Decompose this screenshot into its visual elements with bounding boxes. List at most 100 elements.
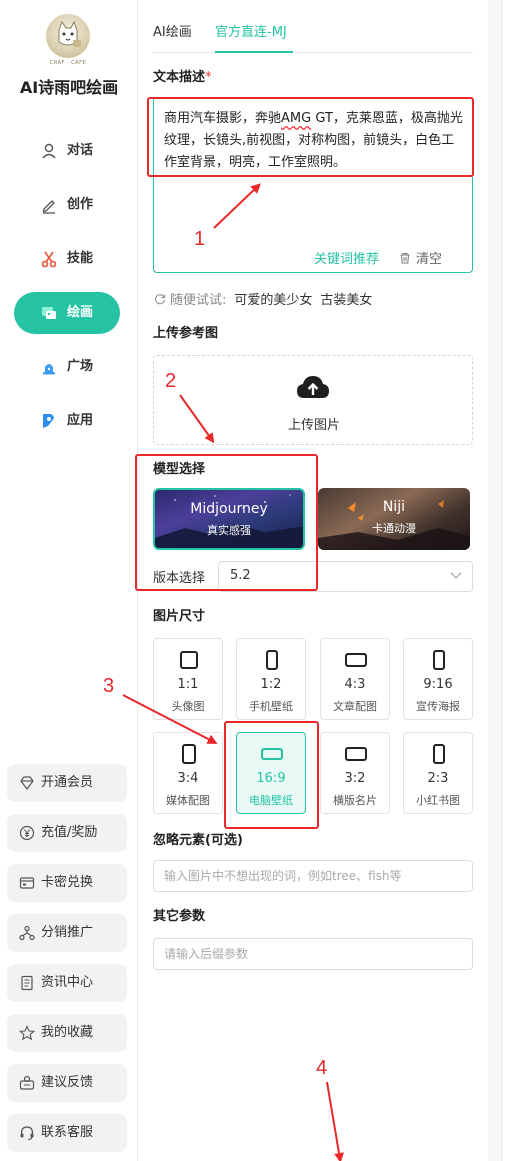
sidebar-button-label: 联系客服	[41, 1125, 94, 1140]
size-option-2-3[interactable]: 2:3 小红书图	[403, 732, 473, 814]
feedback-icon	[19, 1075, 35, 1090]
scissors-icon	[41, 251, 57, 268]
user-icon	[42, 143, 56, 159]
cloud-upload-icon	[297, 376, 329, 398]
ratio-shape-icon	[180, 651, 198, 669]
ratio-shape-icon	[433, 650, 445, 670]
random-chip[interactable]: 可爱的美少女	[234, 293, 312, 308]
page: CRAF · CAFE AI诗雨吧绘画 对话 创作 技能 绘画 广场 应用 开通…	[0, 0, 516, 1161]
negative-label: 忽略元素(可选)	[153, 833, 243, 848]
annotation-number-2: 2	[165, 370, 177, 392]
sidebar-button-recharge[interactable]: 充值/奖励	[7, 814, 127, 852]
size-name: 小红书图	[416, 794, 460, 807]
size-ratio: 3:2	[344, 771, 366, 786]
niji-thumbnail	[318, 500, 470, 550]
sidebar-button-contact[interactable]: 联系客服	[7, 1114, 127, 1152]
ratio-shape-icon	[433, 744, 445, 764]
sidebar-button-label: 开通会员	[41, 775, 94, 790]
app-logo	[46, 14, 90, 58]
other-params-input[interactable]	[153, 938, 473, 970]
other-params-label: 其它参数	[153, 909, 206, 924]
siren-icon	[43, 364, 55, 375]
tab-official-mj[interactable]: 官方直连-MJ	[215, 23, 287, 43]
size-option-1-1[interactable]: 1:1 头像图	[153, 638, 223, 720]
size-ratio: 4:3	[344, 677, 366, 692]
sidebar-button-vip[interactable]: 开通会员	[7, 764, 127, 802]
upload-button-label: 上传图片	[287, 418, 340, 433]
size-option-3-2[interactable]: 3:2 横版名片	[320, 732, 390, 814]
model-option-niji[interactable]: Niji 卡通动漫	[318, 488, 470, 550]
sidebar-button-label: 建议反馈	[41, 1075, 94, 1090]
keyword-recommend-button[interactable]: 关键词推荐	[314, 248, 379, 267]
size-name: 宣传海报	[416, 700, 460, 713]
tab-ai-paint[interactable]: AI绘画	[153, 23, 192, 43]
size-option-3-4[interactable]: 3:4 媒体配图	[153, 732, 223, 814]
sidebar-button-card-redeem[interactable]: 卡密兑换	[7, 864, 127, 902]
sidebar-button-feedback[interactable]: 建议反馈	[7, 1064, 127, 1102]
annotation-box-2	[135, 454, 318, 591]
sidebar-button-label: 分销推广	[41, 925, 94, 940]
sidebar-button-favorites[interactable]: 我的收藏	[7, 1014, 127, 1052]
trash-icon	[400, 253, 410, 264]
size-name: 媒体配图	[166, 794, 210, 807]
random-try-label: 随便试试:	[170, 293, 227, 308]
nav-item-label: 对话	[67, 143, 94, 158]
diamond-icon	[20, 776, 34, 790]
app-title: AI诗雨吧绘画	[19, 78, 119, 97]
size-option-4-3[interactable]: 4:3 文章配图	[320, 638, 390, 720]
size-name: 头像图	[171, 700, 205, 713]
negative-input[interactable]	[153, 860, 473, 892]
ratio-shape-icon	[345, 747, 367, 761]
size-option-9-16[interactable]: 9:16 宣传海报	[403, 638, 473, 720]
nav-item-paint[interactable]: 绘画	[14, 292, 120, 334]
sidebar-button-label: 充值/奖励	[41, 825, 98, 840]
nav-item-create[interactable]: 创作	[14, 184, 120, 226]
clear-button[interactable]: 清空	[399, 248, 442, 267]
nav-item-label: 应用	[67, 413, 94, 428]
chevron-down-icon	[450, 572, 462, 579]
logo-caption: CRAF · CAFE	[49, 60, 87, 66]
upload-dropzone[interactable]: 上传图片	[153, 355, 473, 445]
yen-icon	[19, 825, 35, 841]
nav-item-label: 创作	[67, 197, 94, 212]
required-mark: *	[205, 70, 212, 85]
prompt-label: 文本描述*	[153, 69, 212, 87]
annotation-box-1	[147, 97, 474, 177]
size-name: 手机壁纸	[249, 700, 293, 713]
size-label: 图片尺寸	[153, 609, 206, 624]
refresh-icon[interactable]	[154, 293, 166, 305]
nav-item-label: 绘画	[67, 305, 94, 320]
cat-logo-icon	[58, 20, 81, 47]
sidebar: CRAF · CAFE AI诗雨吧绘画 对话 创作 技能 绘画 广场 应用 开通…	[0, 0, 138, 1161]
star-icon	[19, 1025, 35, 1041]
sidebar-button-news[interactable]: 资讯中心	[7, 964, 127, 1002]
random-chip[interactable]: 古装美女	[320, 293, 372, 308]
clear-label: 清空	[416, 252, 443, 267]
share-icon	[19, 925, 35, 941]
active-tab-indicator	[215, 51, 293, 53]
document-icon	[21, 975, 33, 991]
random-try-row: 随便试试: 可爱的美少女 古装美女	[154, 289, 372, 308]
nav-item-apps[interactable]: 应用	[14, 400, 120, 442]
sidebar-button-label: 卡密兑换	[41, 875, 94, 890]
nav-item-skills[interactable]: 技能	[14, 238, 120, 280]
model-name: Niji	[382, 499, 406, 515]
annotation-number-4: 4	[316, 1057, 328, 1079]
annotation-box-3	[224, 721, 319, 829]
right-panel-edge	[502, 0, 516, 1161]
size-ratio: 1:2	[260, 677, 282, 692]
nav-item-chat[interactable]: 对话	[14, 130, 120, 172]
card-icon	[19, 877, 35, 889]
ratio-shape-icon	[182, 744, 196, 764]
app-icon	[43, 414, 54, 428]
size-ratio: 9:16	[423, 677, 453, 692]
nav-item-square[interactable]: 广场	[14, 346, 120, 388]
size-option-1-2[interactable]: 1:2 手机壁纸	[236, 638, 306, 720]
sidebar-button-distribution[interactable]: 分销推广	[7, 914, 127, 952]
size-ratio: 3:4	[177, 771, 199, 786]
size-ratio: 2:3	[427, 771, 449, 786]
size-name: 文章配图	[333, 700, 377, 713]
model-subtitle: 卡通动漫	[372, 522, 416, 535]
upload-label: 上传参考图	[153, 326, 219, 341]
size-ratio: 1:1	[177, 677, 199, 692]
